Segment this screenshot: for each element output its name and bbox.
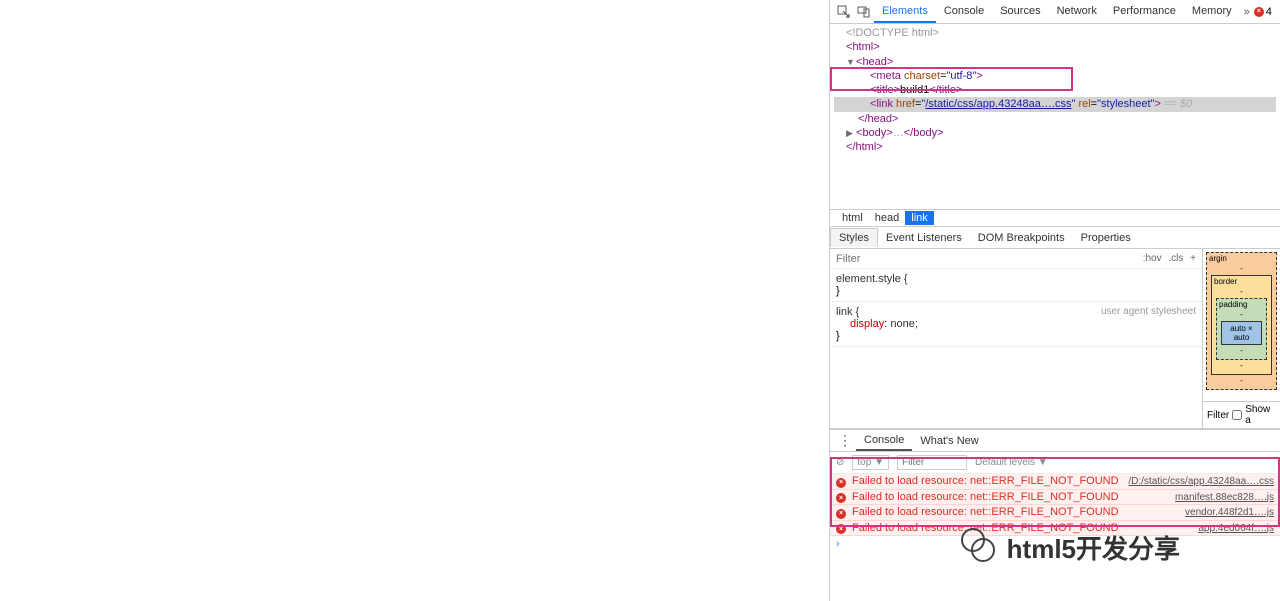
inspect-icon[interactable] [837,4,851,20]
box-model-diagram[interactable]: argin- border- padding- auto × auto - - … [1203,249,1280,401]
subtab-properties[interactable]: Properties [1073,229,1139,247]
dom-breadcrumb: html head link [830,209,1280,227]
styles-pane: :hov .cls + element.style { } user agent… [830,249,1202,428]
new-style-button[interactable]: + [1190,253,1196,264]
error-icon: × [836,493,846,503]
crumb-head[interactable]: head [869,211,905,225]
wechat-icon [961,528,999,566]
html-close-node[interactable]: </html> [834,140,1276,154]
error-source-link[interactable]: /D:/static/css/app.43248aa….css [1128,476,1274,487]
error-source-link[interactable]: app.4ed064f….js [1198,523,1274,534]
tab-network[interactable]: Network [1049,1,1105,23]
tab-console[interactable]: Console [936,1,992,23]
sidebar-subtabs: Styles Event Listeners DOM Breakpoints P… [830,227,1280,249]
drawer-menu-icon[interactable]: ⋮ [834,432,856,449]
error-count: 4 [1266,6,1272,18]
doctype-node[interactable]: <!DOCTYPE html> [846,27,939,39]
more-tabs-icon[interactable]: » [1240,6,1254,18]
subtab-event-listeners[interactable]: Event Listeners [878,229,970,247]
error-source-link[interactable]: manifest.88ec828….js [1175,492,1274,503]
console-error-row[interactable]: × Failed to load resource: net::ERR_FILE… [830,474,1280,490]
tab-elements[interactable]: Elements [874,1,936,23]
watermark: html5开发分享 [961,528,1180,566]
head-open-node[interactable]: ▼<head> [834,55,1276,69]
crumb-link[interactable]: link [905,211,934,225]
tab-memory[interactable]: Memory [1184,1,1240,23]
show-all-checkbox[interactable] [1232,410,1242,420]
tab-performance[interactable]: Performance [1105,1,1184,23]
error-source-link[interactable]: vendor.448f2d1….js [1185,507,1274,518]
drawer-tab-whatsnew[interactable]: What's New [912,432,986,450]
console-error-row[interactable]: × Failed to load resource: net::ERR_FILE… [830,505,1280,521]
context-select[interactable]: top ▼ [852,455,889,470]
subtab-dom-breakpoints[interactable]: DOM Breakpoints [970,229,1073,247]
error-icon: × [836,524,846,534]
cls-toggle[interactable]: .cls [1168,253,1183,264]
settings-menu-icon[interactable]: ⋮ [1276,3,1280,20]
console-drawer: ⋮ Console What's New ⊘ top ▼ Default lev… [830,429,1280,601]
element-style-block[interactable]: element.style { } [830,269,1202,302]
title-node[interactable]: <title>build1</title> [834,83,1276,97]
page-viewport [0,0,830,601]
error-badge[interactable]: × 4 [1254,6,1272,18]
hov-toggle[interactable]: :hov [1143,253,1162,264]
styles-row: :hov .cls + element.style { } user agent… [830,249,1280,429]
devtools-panel: Elements Console Sources Network Perform… [830,0,1280,601]
body-node[interactable]: ▶<body>…</body> [834,126,1276,140]
clear-console-icon[interactable]: ⊘ [836,457,844,468]
error-icon: × [836,509,846,519]
devtools-toolbar: Elements Console Sources Network Perform… [830,0,1280,24]
link-node-selected[interactable]: <link href="/static/css/app.43248aa….css… [834,97,1276,111]
error-icon: × [1254,7,1264,17]
box-model-pane: argin- border- padding- auto × auto - - … [1202,249,1280,428]
tab-sources[interactable]: Sources [992,1,1048,23]
drawer-tab-console[interactable]: Console [856,431,912,451]
link-style-block[interactable]: user agent stylesheet link { display: no… [830,302,1202,347]
log-levels-select[interactable]: Default levels ▼ [975,457,1048,468]
devtools-tab-strip: Elements Console Sources Network Perform… [874,1,1240,23]
html-open-node[interactable]: <html> [834,40,1276,54]
error-icon: × [836,478,846,488]
show-all-label: Show a [1245,404,1276,426]
styles-filter-input[interactable] [836,253,1139,265]
console-error-row[interactable]: × Failed to load resource: net::ERR_FILE… [830,490,1280,506]
console-filter-input[interactable] [897,455,967,470]
dom-tree[interactable]: <!DOCTYPE html> <html> ▼<head> <meta cha… [830,24,1280,209]
computed-filter-label: Filter [1207,410,1229,421]
stylesheet-source: user agent stylesheet [1101,306,1196,317]
head-close-node[interactable]: </head> [834,112,1276,126]
device-icon[interactable] [857,4,871,20]
subtab-styles[interactable]: Styles [830,228,878,247]
box-model-content: auto × auto [1221,321,1262,345]
crumb-html[interactable]: html [836,211,869,225]
meta-node[interactable]: <meta charset="utf-8"> [834,69,1276,83]
watermark-text: html5开发分享 [1007,529,1180,566]
